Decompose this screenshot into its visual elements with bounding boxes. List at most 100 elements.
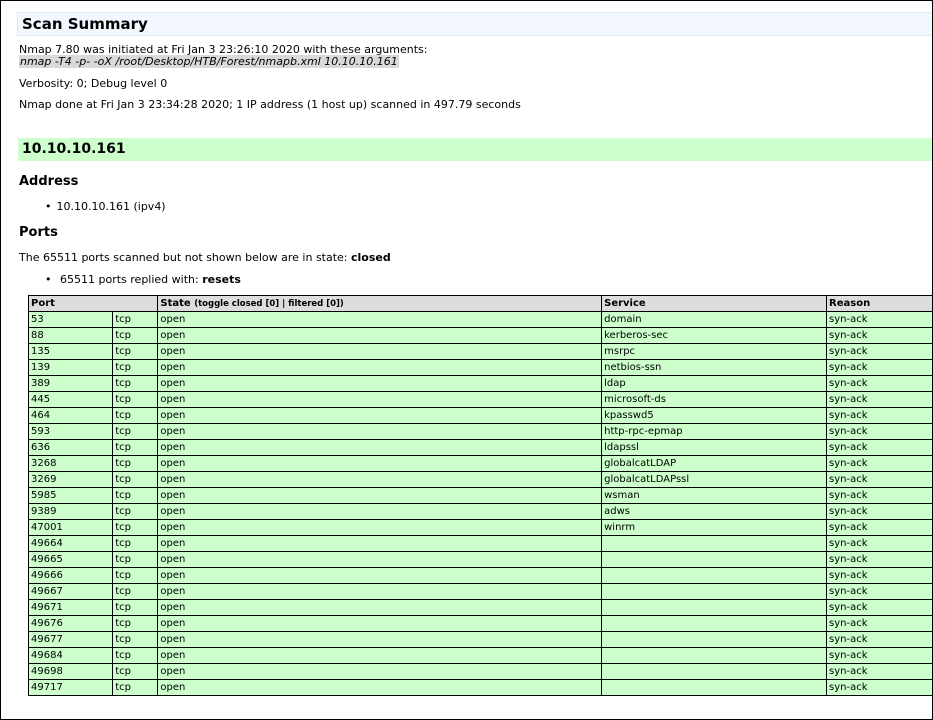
service-cell: netbios-ssn [601, 359, 828, 376]
port-cell: 49676 [27, 615, 114, 632]
state-cell: open [157, 599, 603, 616]
state-cell: open [157, 407, 603, 424]
protocol-cell: tcp [112, 663, 159, 680]
command-line: nmap -T4 -p- -oX /root/Desktop/HTB/Fores… [19, 55, 399, 68]
reason-cell: syn-ack [826, 615, 932, 632]
service-cell [601, 535, 828, 552]
reason-cell: syn-ack [826, 343, 932, 360]
service-cell [601, 599, 828, 616]
port-row: 5985 tcp open wsman syn-ack [27, 487, 932, 504]
reason-cell: syn-ack [826, 455, 932, 472]
protocol-cell: tcp [112, 487, 159, 504]
reason-cell: syn-ack [826, 551, 932, 568]
done-text: Nmap done at Fri Jan 3 23:34:28 2020; 1 … [19, 98, 521, 111]
service-cell: microsoft-ds [601, 391, 828, 408]
port-cell: 135 [27, 343, 114, 360]
port-cell: 49677 [27, 631, 114, 648]
scan-summary-header: Scan Summary [17, 12, 932, 36]
protocol-cell: tcp [112, 423, 159, 440]
service-cell: kpasswd5 [601, 407, 828, 424]
reason-cell: syn-ack [826, 487, 932, 504]
protocol-cell: tcp [112, 567, 159, 584]
reason-cell: syn-ack [826, 503, 932, 520]
protocol-cell: tcp [112, 455, 159, 472]
port-row: 49664 tcp open syn-ack [27, 535, 932, 552]
port-cell: 49684 [27, 647, 114, 664]
port-state-note: The 65511 ports scanned but not shown be… [19, 251, 391, 264]
protocol-cell: tcp [112, 631, 159, 648]
port-cell: 49667 [27, 583, 114, 600]
service-cell: globalcatLDAP [601, 455, 828, 472]
port-cell: 389 [27, 375, 114, 392]
state-cell: open [157, 423, 603, 440]
state-column-header: State (toggle closed [0] | filtered [0]) [157, 295, 603, 312]
reason-cell: syn-ack [826, 663, 932, 680]
reason-cell: syn-ack [826, 471, 932, 488]
state-cell: open [157, 487, 603, 504]
port-row: 49667 tcp open syn-ack [27, 583, 932, 600]
state-cell: open [157, 679, 603, 696]
host-ip-heading: 10.10.10.161 [22, 141, 126, 157]
port-row: 88 tcp open kerberos-sec syn-ack [27, 327, 932, 344]
reason-cell: syn-ack [826, 535, 932, 552]
state-cell: open [157, 311, 603, 328]
protocol-cell: tcp [112, 439, 159, 456]
port-cell: 3269 [27, 471, 114, 488]
ports-heading: Ports [19, 225, 58, 240]
protocol-cell: tcp [112, 375, 159, 392]
ports-table-header: Port State (toggle closed [0] | filtered… [27, 295, 932, 312]
extra-reasons-item: 65511 ports replied with: resets [45, 273, 241, 286]
port-row: 47001 tcp open winrm syn-ack [27, 519, 932, 536]
port-row: 9389 tcp open adws syn-ack [27, 503, 932, 520]
port-cell: 5985 [27, 487, 114, 504]
state-cell: open [157, 519, 603, 536]
port-row: 464 tcp open kpasswd5 syn-ack [27, 407, 932, 424]
reason-cell: syn-ack [826, 407, 932, 424]
port-row: 49677 tcp open syn-ack [27, 631, 932, 648]
service-cell: wsman [601, 487, 828, 504]
port-row: 139 tcp open netbios-ssn syn-ack [27, 359, 932, 376]
address-item: 10.10.10.161 (ipv4) [45, 200, 166, 213]
reason-column-header: Reason [826, 295, 932, 312]
port-row: 49684 tcp open syn-ack [27, 647, 932, 664]
port-cell: 49665 [27, 551, 114, 568]
state-cell: open [157, 439, 603, 456]
state-cell: open [157, 391, 603, 408]
port-cell: 49698 [27, 663, 114, 680]
port-cell: 88 [27, 327, 114, 344]
state-cell: open [157, 631, 603, 648]
reason-cell: syn-ack [826, 631, 932, 648]
port-row: 636 tcp open ldapssl syn-ack [27, 439, 932, 456]
service-cell: http-rpc-epmap [601, 423, 828, 440]
port-cell: 49717 [27, 679, 114, 696]
port-cell: 49671 [27, 599, 114, 616]
toggle-closed-filtered-link[interactable]: (toggle closed [0] | filtered [0]) [194, 299, 344, 309]
port-cell: 445 [27, 391, 114, 408]
report-page: Scan Summary Nmap 7.80 was initiated at … [0, 0, 933, 720]
service-cell: ldapssl [601, 439, 828, 456]
reason-cell: syn-ack [826, 439, 932, 456]
state-cell: open [157, 647, 603, 664]
protocol-cell: tcp [112, 343, 159, 360]
state-cell: open [157, 455, 603, 472]
service-cell: globalcatLDAPssl [601, 471, 828, 488]
protocol-cell: tcp [112, 519, 159, 536]
port-cell: 593 [27, 423, 114, 440]
protocol-cell: tcp [112, 407, 159, 424]
state-cell: open [157, 551, 603, 568]
port-cell: 49666 [27, 567, 114, 584]
protocol-cell: tcp [112, 535, 159, 552]
protocol-cell: tcp [112, 311, 159, 328]
protocol-cell: tcp [112, 471, 159, 488]
reason-cell: syn-ack [826, 391, 932, 408]
port-cell: 464 [27, 407, 114, 424]
port-cell: 53 [27, 311, 114, 328]
reason-cell: syn-ack [826, 599, 932, 616]
ports-table: Port State (toggle closed [0] | filtered… [27, 295, 932, 696]
reason-cell: syn-ack [826, 647, 932, 664]
state-cell: open [157, 535, 603, 552]
port-row: 49665 tcp open syn-ack [27, 551, 932, 568]
replied-value: resets [202, 273, 241, 286]
service-cell [601, 631, 828, 648]
port-row: 49666 tcp open syn-ack [27, 567, 932, 584]
